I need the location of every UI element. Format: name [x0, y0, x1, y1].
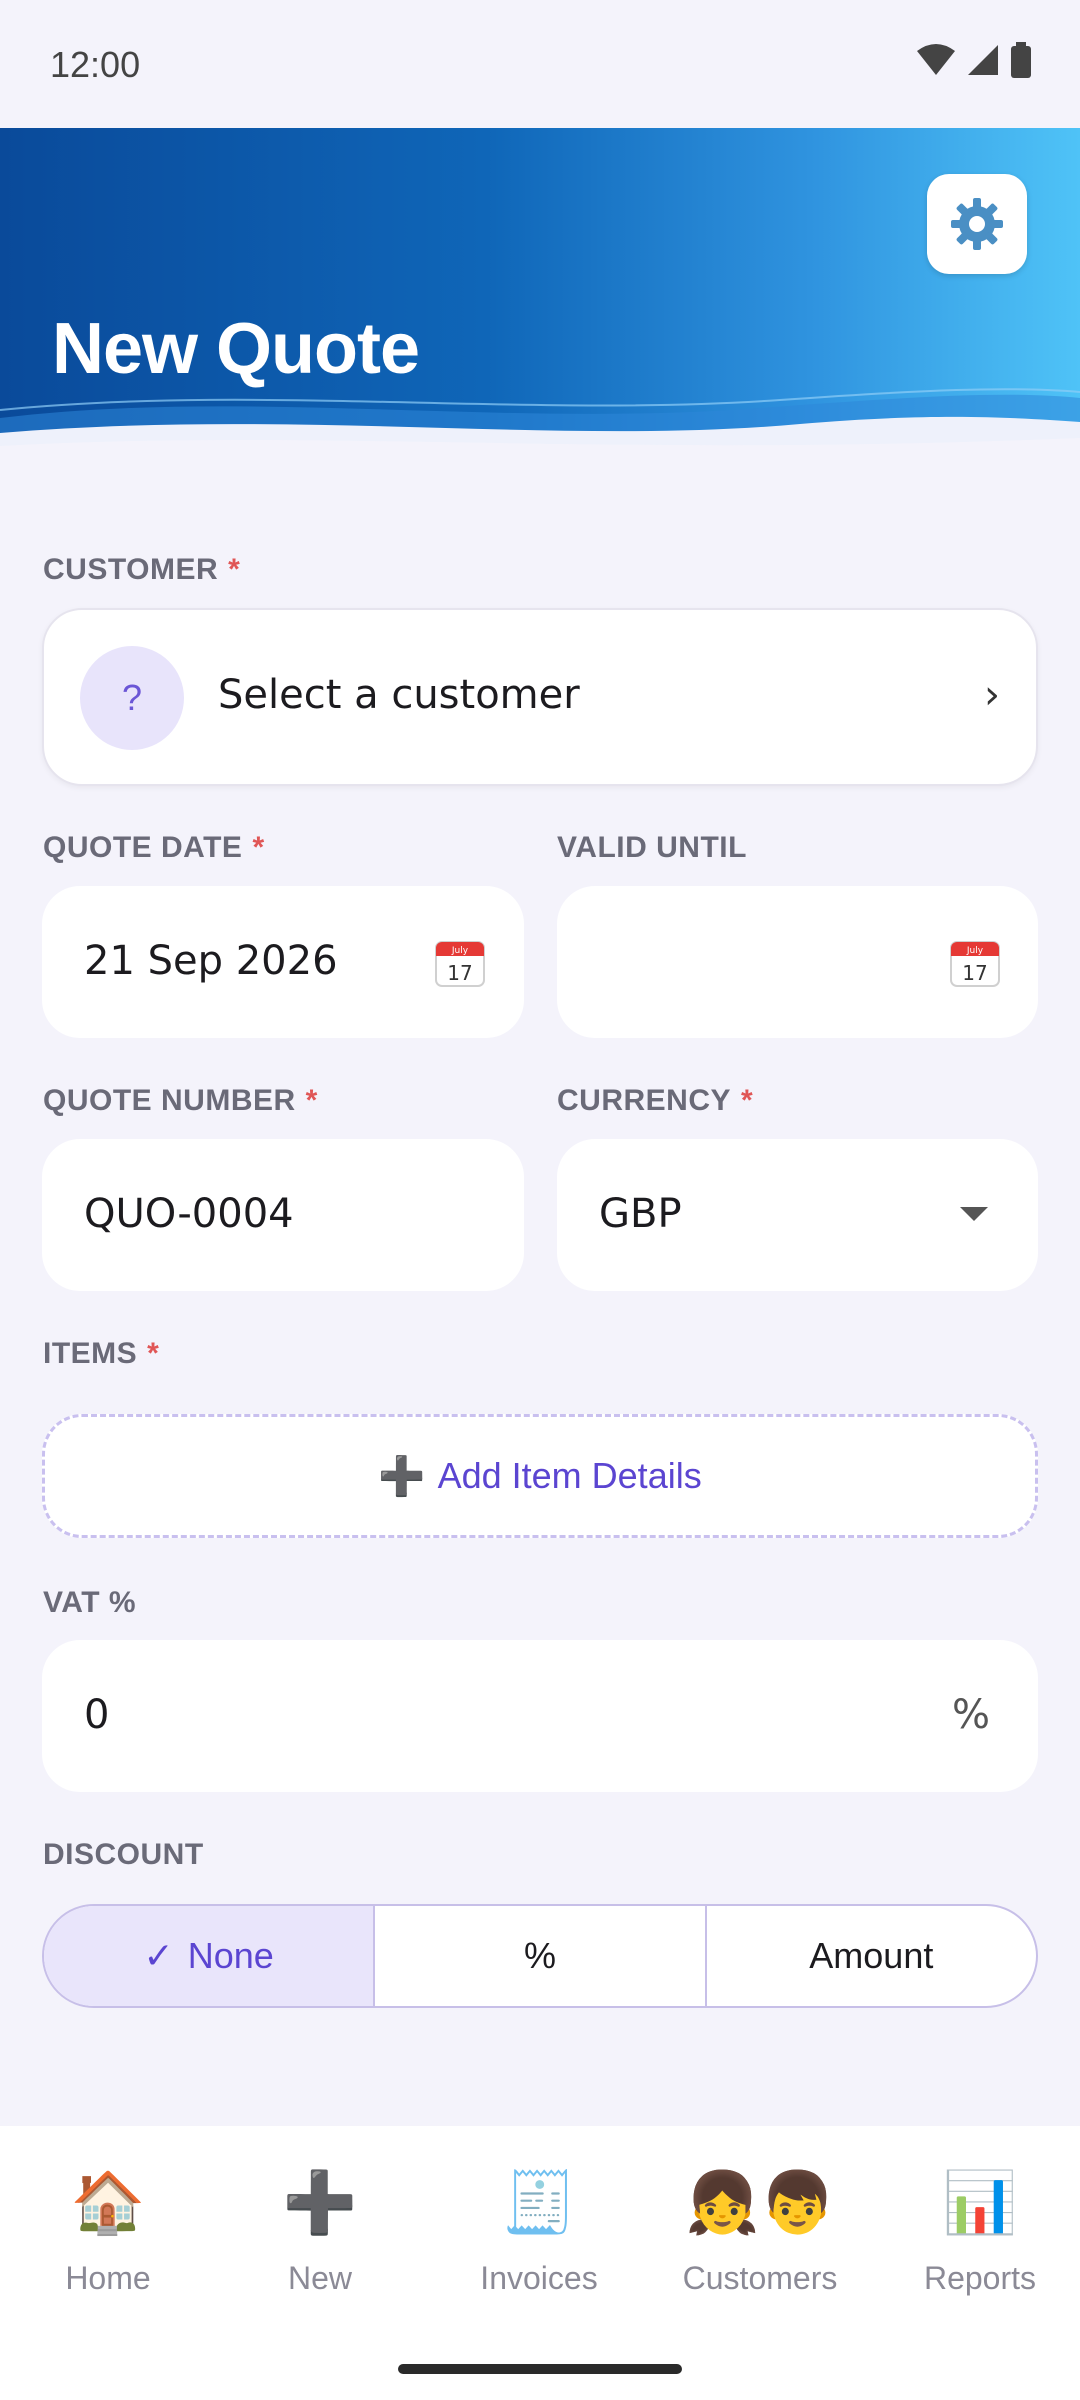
quote-date-field[interactable]: 21 Sep 2026 July 17 [42, 886, 524, 1038]
currency-value: GBP [599, 1191, 682, 1237]
currency-label-text: CURRENCY [557, 1084, 732, 1117]
quote-date-label: QUOTE DATE * [43, 831, 265, 865]
signal-icon [968, 45, 998, 75]
add-item-label: Add Item Details [437, 1455, 702, 1496]
wifi-icon [917, 44, 955, 75]
page-title: New Quote [52, 309, 420, 389]
items-label-text: ITEMS [43, 1337, 138, 1370]
discount-option-none[interactable]: ✓ None [44, 1906, 376, 2006]
nav-label: Reports [923, 2260, 1037, 2296]
discount-option-label: % [523, 1935, 556, 1976]
plus-icon: ➕ [378, 1453, 426, 1498]
quote-number-value: QUO-0004 [84, 1191, 294, 1237]
calendar-day-text: 17 [962, 961, 987, 985]
vat-value: 0 [84, 1692, 110, 1738]
settings-button[interactable] [927, 174, 1027, 274]
nav-item-customers[interactable]: 👧👦 Customers [652, 2166, 868, 2297]
dropdown-arrow-icon [960, 1207, 988, 1221]
add-item-button[interactable]: ➕ Add Item Details [42, 1414, 1038, 1538]
discount-label: DISCOUNT [43, 1838, 204, 1871]
quote-number-input[interactable]: QUO-0004 [42, 1139, 524, 1291]
required-marker: * [228, 553, 241, 586]
nav-item-reports[interactable]: 📊 Reports [872, 2166, 1080, 2297]
calendar-icon: July 17 [435, 941, 485, 987]
header-waves [0, 388, 1080, 468]
nav-label: New [287, 2260, 352, 2296]
discount-option-amount[interactable]: Amount [707, 1906, 1036, 2006]
discount-option-label: None [187, 1935, 274, 1976]
calendar-month-text: July [451, 946, 469, 956]
vat-input[interactable]: 0 % [42, 1640, 1038, 1792]
status-time: 12:00 [50, 44, 141, 85]
people-icon: 👧👦 [685, 2168, 835, 2238]
check-icon: ✓ [143, 1935, 174, 1977]
nav-label: Home [65, 2260, 151, 2296]
items-label: ITEMS * [43, 1337, 159, 1371]
valid-until-label: VALID UNTIL [557, 831, 747, 864]
calendar-icon: July 17 [950, 941, 1000, 987]
bar-chart-icon: 📊 [942, 2168, 1018, 2238]
currency-select[interactable]: GBP [557, 1139, 1038, 1291]
vat-label: VAT % [43, 1586, 137, 1619]
quote-date-label-text: QUOTE DATE [43, 831, 243, 864]
customer-label: CUSTOMER * [43, 553, 240, 587]
required-marker: * [741, 1084, 754, 1117]
status-bar: 12:00 [0, 0, 1080, 128]
discount-option-percent[interactable]: % [375, 1906, 707, 2006]
gear-icon [951, 198, 1003, 250]
chevron-right-icon: › [984, 672, 1000, 718]
quote-date-value: 21 Sep 2026 [84, 938, 338, 984]
plus-icon: ➕ [282, 2168, 358, 2238]
nav-label: Customers [682, 2260, 838, 2296]
bottom-navigation: 🏠 Home ➕ New 🧾 Invoices 👧👦 Customers 📊 R… [0, 2126, 1080, 2400]
quote-number-label-text: QUOTE NUMBER [43, 1084, 296, 1117]
customer-avatar: ? [80, 646, 184, 750]
customer-selector[interactable]: ? Select a customer › [42, 608, 1038, 786]
calendar-day-text: 17 [447, 961, 472, 985]
status-icons [916, 42, 1032, 78]
vat-suffix: % [951, 1692, 990, 1738]
nav-item-new[interactable]: ➕ New [212, 2166, 428, 2297]
required-marker: * [147, 1337, 160, 1370]
valid-until-field[interactable]: July 17 [557, 886, 1038, 1038]
nav-label: Invoices [480, 2260, 598, 2296]
required-marker: * [252, 831, 265, 864]
header-banner: New Quote [0, 128, 1080, 468]
nav-item-home[interactable]: 🏠 Home [0, 2166, 216, 2297]
discount-segmented-control: ✓ None % Amount [42, 1904, 1038, 2008]
nav-item-invoices[interactable]: 🧾 Invoices [431, 2166, 647, 2297]
customer-label-text: CUSTOMER [43, 553, 219, 586]
home-icon: 🏠 [70, 2168, 146, 2238]
home-indicator[interactable] [398, 2364, 682, 2374]
customer-placeholder: Select a customer [218, 672, 580, 718]
required-marker: * [305, 1084, 318, 1117]
receipt-icon: 🧾 [501, 2168, 577, 2238]
discount-option-label: Amount [809, 1935, 934, 1976]
calendar-month-text: July [966, 946, 984, 956]
battery-icon [1011, 42, 1031, 78]
currency-label: CURRENCY * [557, 1084, 753, 1118]
quote-number-label: QUOTE NUMBER * [43, 1084, 318, 1118]
